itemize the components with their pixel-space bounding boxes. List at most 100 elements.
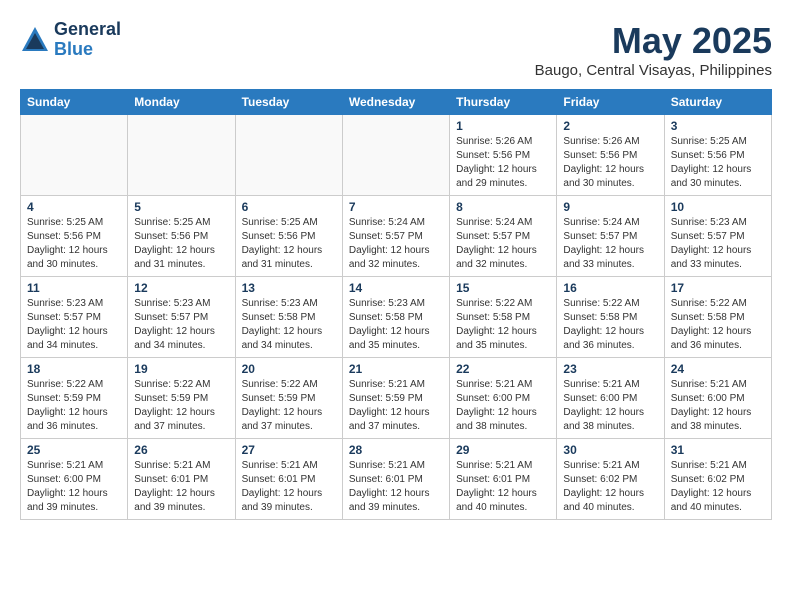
day-number: 17	[671, 281, 765, 295]
calendar-cell	[235, 115, 342, 196]
day-info: Sunrise: 5:21 AM Sunset: 6:01 PM Dayligh…	[349, 459, 443, 515]
day-info: Sunrise: 5:26 AM Sunset: 5:56 PM Dayligh…	[563, 135, 657, 191]
day-info: Sunrise: 5:22 AM Sunset: 5:59 PM Dayligh…	[134, 378, 228, 434]
calendar-cell: 14 Sunrise: 5:23 AM Sunset: 5:58 PM Dayli…	[342, 277, 449, 358]
calendar-week-row: 25 Sunrise: 5:21 AM Sunset: 6:00 PM Dayli…	[21, 439, 772, 520]
logo: General Blue	[20, 20, 121, 60]
calendar-week-row: 1 Sunrise: 5:26 AM Sunset: 5:56 PM Daylig…	[21, 115, 772, 196]
logo-icon	[20, 25, 50, 55]
day-number: 26	[134, 443, 228, 457]
location-title: Baugo, Central Visayas, Philippines	[535, 62, 772, 79]
calendar-cell: 13Sunrise: 5:23 AM Sunset: 5:58 PM Dayli…	[235, 277, 342, 358]
day-info: Sunrise: 5:24 AM Sunset: 5:57 PM Dayligh…	[456, 216, 550, 272]
calendar-cell: 2 Sunrise: 5:26 AM Sunset: 5:56 PM Daylig…	[557, 115, 664, 196]
calendar-cell: 23Sunrise: 5:21 AM Sunset: 6:00 PM Dayli…	[557, 358, 664, 439]
day-info: Sunrise: 5:23 AM Sunset: 5:57 PM Dayligh…	[134, 297, 228, 353]
day-number: 18	[27, 362, 121, 376]
day-number: 5	[134, 200, 228, 214]
day-info: Sunrise: 5:22 AM Sunset: 5:58 PM Dayligh…	[563, 297, 657, 353]
day-number: 23	[563, 362, 657, 376]
day-number: 30	[563, 443, 657, 457]
day-info: Sunrise: 5:22 AM Sunset: 5:58 PM Dayligh…	[456, 297, 550, 353]
page-header: General Blue May 2025 Baugo, Central Vis…	[20, 20, 772, 79]
day-info: Sunrise: 5:22 AM Sunset: 5:59 PM Dayligh…	[27, 378, 121, 434]
day-number: 24	[671, 362, 765, 376]
day-number: 10	[671, 200, 765, 214]
calendar-cell: 5Sunrise: 5:25 AM Sunset: 5:56 PM Daylig…	[128, 196, 235, 277]
day-number: 6	[242, 200, 336, 214]
calendar-cell: 1Sunrise: 5:26 AM Sunset: 5:56 PM Daylig…	[450, 115, 557, 196]
day-info: Sunrise: 5:21 AM Sunset: 6:01 PM Dayligh…	[242, 459, 336, 515]
calendar-cell: 22 Sunrise: 5:21 AM Sunset: 6:00 PM Dayli…	[450, 358, 557, 439]
calendar-cell: 20Sunrise: 5:22 AM Sunset: 5:59 PM Dayli…	[235, 358, 342, 439]
logo-general-text: General	[54, 20, 121, 40]
day-number: 31	[671, 443, 765, 457]
calendar-cell: 29Sunrise: 5:21 AM Sunset: 6:01 PM Dayli…	[450, 439, 557, 520]
weekday-header-thursday: Thursday	[450, 90, 557, 115]
calendar-week-row: 4 Sunrise: 5:25 AM Sunset: 5:56 PM Daylig…	[21, 196, 772, 277]
calendar-header-row: SundayMondayTuesdayWednesdayThursdayFrid…	[21, 90, 772, 115]
calendar-cell: 10Sunrise: 5:23 AM Sunset: 5:57 PM Dayli…	[664, 196, 771, 277]
day-info: Sunrise: 5:23 AM Sunset: 5:58 PM Dayligh…	[349, 297, 443, 353]
day-number: 15	[456, 281, 550, 295]
calendar-cell: 27Sunrise: 5:21 AM Sunset: 6:01 PM Dayli…	[235, 439, 342, 520]
calendar-cell	[21, 115, 128, 196]
day-info: Sunrise: 5:23 AM Sunset: 5:58 PM Dayligh…	[242, 297, 336, 353]
calendar-cell: 4 Sunrise: 5:25 AM Sunset: 5:56 PM Daylig…	[21, 196, 128, 277]
calendar-cell: 31 Sunrise: 5:21 AM Sunset: 6:02 PM Dayli…	[664, 439, 771, 520]
weekday-header-monday: Monday	[128, 90, 235, 115]
day-number: 9	[563, 200, 657, 214]
weekday-header-friday: Friday	[557, 90, 664, 115]
calendar-table: SundayMondayTuesdayWednesdayThursdayFrid…	[20, 89, 772, 520]
day-number: 16	[563, 281, 657, 295]
calendar-cell: 7 Sunrise: 5:24 AM Sunset: 5:57 PM Daylig…	[342, 196, 449, 277]
day-number: 1	[456, 119, 550, 133]
day-info: Sunrise: 5:21 AM Sunset: 6:00 PM Dayligh…	[456, 378, 550, 434]
calendar-week-row: 18 Sunrise: 5:22 AM Sunset: 5:59 PM Dayli…	[21, 358, 772, 439]
day-number: 2	[563, 119, 657, 133]
calendar-cell: 17Sunrise: 5:22 AM Sunset: 5:58 PM Dayli…	[664, 277, 771, 358]
day-info: Sunrise: 5:21 AM Sunset: 6:00 PM Dayligh…	[27, 459, 121, 515]
day-number: 25	[27, 443, 121, 457]
day-number: 8	[456, 200, 550, 214]
day-info: Sunrise: 5:21 AM Sunset: 6:02 PM Dayligh…	[671, 459, 765, 515]
day-number: 7	[349, 200, 443, 214]
calendar-cell: 6 Sunrise: 5:25 AM Sunset: 5:56 PM Daylig…	[235, 196, 342, 277]
day-number: 22	[456, 362, 550, 376]
day-number: 19	[134, 362, 228, 376]
calendar-cell	[342, 115, 449, 196]
calendar-cell: 28Sunrise: 5:21 AM Sunset: 6:01 PM Dayli…	[342, 439, 449, 520]
day-info: Sunrise: 5:21 AM Sunset: 6:01 PM Dayligh…	[456, 459, 550, 515]
calendar-cell: 16 Sunrise: 5:22 AM Sunset: 5:58 PM Dayli…	[557, 277, 664, 358]
calendar-cell: 11Sunrise: 5:23 AM Sunset: 5:57 PM Dayli…	[21, 277, 128, 358]
logo-blue-text: Blue	[54, 40, 121, 60]
calendar-cell	[128, 115, 235, 196]
day-info: Sunrise: 5:25 AM Sunset: 5:56 PM Dayligh…	[671, 135, 765, 191]
day-info: Sunrise: 5:21 AM Sunset: 6:02 PM Dayligh…	[563, 459, 657, 515]
day-info: Sunrise: 5:21 AM Sunset: 6:00 PM Dayligh…	[671, 378, 765, 434]
calendar-cell: 21 Sunrise: 5:21 AM Sunset: 5:59 PM Dayli…	[342, 358, 449, 439]
day-info: Sunrise: 5:24 AM Sunset: 5:57 PM Dayligh…	[563, 216, 657, 272]
calendar-week-row: 11Sunrise: 5:23 AM Sunset: 5:57 PM Dayli…	[21, 277, 772, 358]
day-info: Sunrise: 5:25 AM Sunset: 5:56 PM Dayligh…	[242, 216, 336, 272]
calendar-cell: 25 Sunrise: 5:21 AM Sunset: 6:00 PM Dayli…	[21, 439, 128, 520]
calendar-cell: 15 Sunrise: 5:22 AM Sunset: 5:58 PM Dayli…	[450, 277, 557, 358]
calendar-cell: 24 Sunrise: 5:21 AM Sunset: 6:00 PM Dayli…	[664, 358, 771, 439]
day-info: Sunrise: 5:23 AM Sunset: 5:57 PM Dayligh…	[27, 297, 121, 353]
day-info: Sunrise: 5:21 AM Sunset: 6:01 PM Dayligh…	[134, 459, 228, 515]
day-info: Sunrise: 5:25 AM Sunset: 5:56 PM Dayligh…	[27, 216, 121, 272]
month-title: May 2025	[535, 20, 772, 62]
weekday-header-wednesday: Wednesday	[342, 90, 449, 115]
calendar-cell: 30 Sunrise: 5:21 AM Sunset: 6:02 PM Dayli…	[557, 439, 664, 520]
weekday-header-tuesday: Tuesday	[235, 90, 342, 115]
calendar-cell: 9 Sunrise: 5:24 AM Sunset: 5:57 PM Daylig…	[557, 196, 664, 277]
day-number: 12	[134, 281, 228, 295]
weekday-header-saturday: Saturday	[664, 90, 771, 115]
day-number: 21	[349, 362, 443, 376]
weekday-header-sunday: Sunday	[21, 90, 128, 115]
day-info: Sunrise: 5:22 AM Sunset: 5:59 PM Dayligh…	[242, 378, 336, 434]
day-number: 14	[349, 281, 443, 295]
day-info: Sunrise: 5:24 AM Sunset: 5:57 PM Dayligh…	[349, 216, 443, 272]
day-info: Sunrise: 5:21 AM Sunset: 5:59 PM Dayligh…	[349, 378, 443, 434]
day-number: 4	[27, 200, 121, 214]
